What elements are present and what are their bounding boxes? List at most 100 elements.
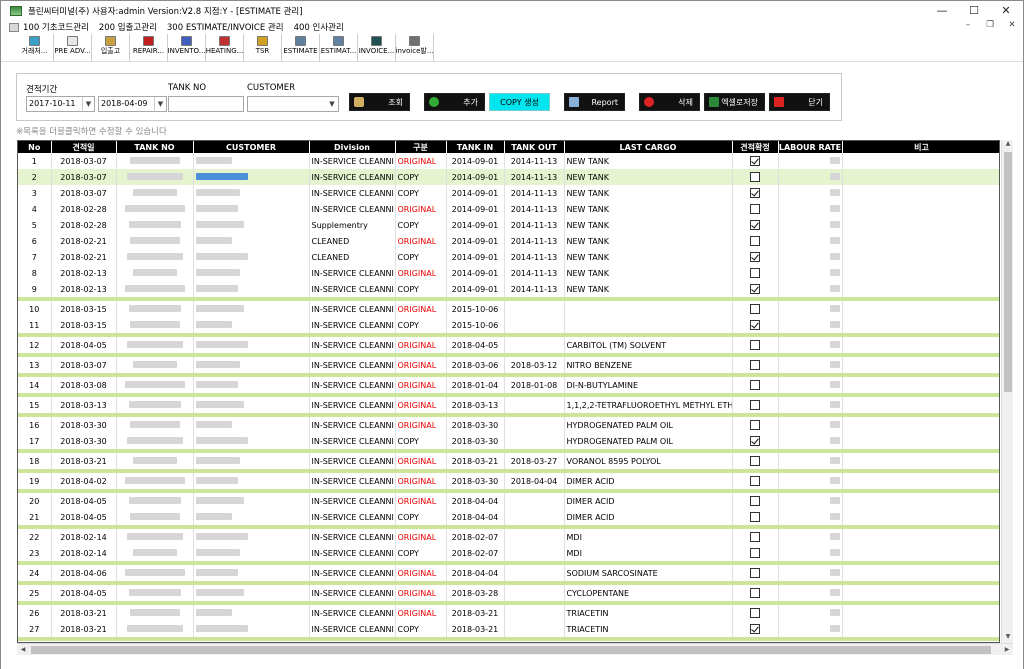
menu-estimate-invoice[interactable]: 300 ESTIMATE/INVOICE 관리 [167,21,284,33]
minimize-button[interactable]: — [926,1,958,20]
confirm-checkbox[interactable] [750,532,760,542]
toolbar-button-5[interactable]: HEATING... [206,34,244,61]
column-header[interactable]: LABOUR RATE [778,141,843,153]
table-row[interactable]: 5 2018-02-28 Supplementry COPY 2014-09-01 201… [18,217,999,233]
excel-save-button[interactable]: 엑셀로저장 [704,93,765,111]
confirm-checkbox[interactable] [750,188,760,198]
column-header[interactable]: TANK OUT [504,141,565,153]
confirm-checkbox[interactable] [750,548,760,558]
column-header[interactable]: 견적일 [51,141,117,153]
confirm-checkbox[interactable] [750,512,760,522]
delete-button[interactable]: 삭제 [639,93,700,111]
copy-create-button[interactable]: COPY 생성 [489,93,550,111]
table-row[interactable]: 22 2018-02-14 IN-SERVICE CLEANNI ORIGINAL 20… [18,529,999,545]
confirm-checkbox[interactable] [750,476,760,486]
mdi-close-button[interactable]: ✕ [1001,20,1023,34]
table-row[interactable]: 26 2018-03-21 IN-SERVICE CLEANNI ORIGINAL 20… [18,605,999,621]
toolbar-button-1[interactable]: PRE ADV... [54,34,92,61]
mdi-restore-button[interactable]: ❐ [979,20,1001,34]
table-row[interactable]: 4 2018-02-28 IN-SERVICE CLEANNI ORIGINAL 201… [18,201,999,217]
menu-in-out[interactable]: 200 입출고관리 [99,21,157,33]
toolbar-button-8[interactable]: ESTIMAT... [320,34,358,61]
table-row[interactable]: 14 2018-03-08 IN-SERVICE CLEANNI ORIGINAL 20… [18,377,999,393]
chevron-down-icon[interactable]: ▼ [154,97,166,111]
scroll-down-icon[interactable]: ▼ [1002,633,1014,643]
confirm-checkbox[interactable] [750,568,760,578]
menu-hr[interactable]: 400 인사관리 [294,21,344,33]
confirm-checkbox[interactable] [750,380,760,390]
table-row[interactable]: 21 2018-04-05 IN-SERVICE CLEANNI COPY 2018-0… [18,509,999,525]
confirm-checkbox[interactable] [750,268,760,278]
confirm-checkbox[interactable] [750,284,760,294]
scroll-up-icon[interactable]: ▲ [1002,140,1014,150]
table-row[interactable]: 1 2018-03-07 IN-SERVICE CLEANNI ORIGINAL 201… [18,153,999,169]
confirm-checkbox[interactable] [750,252,760,262]
date-to-picker[interactable]: 2018-04-09 ▼ [98,96,167,112]
confirm-checkbox[interactable] [750,456,760,466]
estimate-grid[interactable]: No 견적일 TANK NO CUSTOMER Division 구분 TANK IN TAN… [17,140,1000,643]
column-header[interactable]: TANK IN [446,141,505,153]
column-header[interactable]: LAST CARGO [564,141,733,153]
table-row[interactable]: 27 2018-03-21 IN-SERVICE CLEANNI COPY 2018-0… [18,621,999,637]
table-row[interactable]: 3 2018-03-07 IN-SERVICE CLEANNI COPY 2014-09… [18,185,999,201]
confirm-checkbox[interactable] [750,360,760,370]
confirm-checkbox[interactable] [750,340,760,350]
toolbar-button-9[interactable]: INVOICE... [358,34,396,61]
table-row[interactable]: 13 2018-03-07 IN-SERVICE CLEANNI ORIGINAL 20… [18,357,999,373]
search-button[interactable]: 조회 [349,93,410,111]
menu-basic-codes[interactable]: 100 기초코드관리 [23,21,89,33]
toolbar-button-0[interactable]: 거래처... [16,34,54,61]
column-header[interactable]: 구분 [395,141,447,153]
confirm-checkbox[interactable] [750,236,760,246]
column-header[interactable]: CUSTOMER [193,141,310,153]
table-row[interactable]: 2 2018-03-07 IN-SERVICE CLEANNI COPY 2014-09… [18,169,999,185]
horizontal-scrollbar[interactable]: ◀ ▶ [17,643,1013,655]
column-header[interactable]: 비고 [842,141,999,153]
table-row[interactable]: 10 2018-03-15 IN-SERVICE CLEANNI ORIGINAL 20… [18,301,999,317]
confirm-checkbox[interactable] [750,172,760,182]
add-button[interactable]: 추가 [424,93,485,111]
table-row[interactable]: 17 2018-03-30 IN-SERVICE CLEANNI COPY 2018-0… [18,433,999,449]
table-row[interactable]: 6 2018-02-21 CLEANED ORIGINAL 2014-09-01 2014… [18,233,999,249]
mdi-minimize-button[interactable]: – [957,20,979,34]
column-header[interactable]: No [18,141,52,153]
confirm-checkbox[interactable] [750,496,760,506]
column-header[interactable]: 견적확정 [732,141,779,153]
table-row[interactable]: 19 2018-04-02 IN-SERVICE CLEANNI ORIGINAL 20… [18,473,999,489]
toolbar-button-10[interactable]: invoice발... [396,34,434,61]
toolbar-button-6[interactable]: TSR [244,34,282,61]
confirm-checkbox[interactable] [750,608,760,618]
confirm-checkbox[interactable] [750,220,760,230]
confirm-checkbox[interactable] [750,624,760,634]
table-row[interactable]: 9 2018-02-13 IN-SERVICE CLEANNI COPY 2014-09… [18,281,999,297]
table-row[interactable]: 23 2018-02-14 IN-SERVICE CLEANNI COPY 2018-0… [18,545,999,561]
scroll-left-icon[interactable]: ◀ [17,644,29,656]
table-row[interactable]: 20 2018-04-05 IN-SERVICE CLEANNI ORIGINAL 20… [18,493,999,509]
column-header[interactable]: TANK NO [116,141,194,153]
confirm-checkbox[interactable] [750,204,760,214]
confirm-checkbox[interactable] [750,420,760,430]
table-row[interactable]: 24 2018-04-06 IN-SERVICE CLEANNI ORIGINAL 20… [18,565,999,581]
report-button[interactable]: Report [564,93,625,111]
confirm-checkbox[interactable] [750,400,760,410]
table-row[interactable]: 16 2018-03-30 IN-SERVICE CLEANNI ORIGINAL 20… [18,417,999,433]
table-row[interactable]: 12 2018-04-05 IN-SERVICE CLEANNI ORIGINAL 20… [18,337,999,353]
confirm-checkbox[interactable] [750,588,760,598]
chevron-down-icon[interactable]: ▼ [326,97,338,111]
confirm-checkbox[interactable] [750,304,760,314]
table-row[interactable]: 8 2018-02-13 IN-SERVICE CLEANNI ORIGINAL 201… [18,265,999,281]
horizontal-scroll-thumb[interactable] [31,646,991,654]
tank-no-input[interactable] [168,96,244,112]
vertical-scrollbar[interactable]: ▲ ▼ [1001,140,1013,643]
vertical-scroll-thumb[interactable] [1004,152,1012,392]
table-row[interactable]: 18 2018-03-21 IN-SERVICE CLEANNI ORIGINAL 20… [18,453,999,469]
chevron-down-icon[interactable]: ▼ [82,97,94,111]
date-from-picker[interactable]: 2017-10-11 ▼ [26,96,95,112]
confirm-checkbox[interactable] [750,320,760,330]
column-header[interactable]: Division [309,141,396,153]
maximize-button[interactable]: ☐ [958,1,990,20]
table-row[interactable]: 15 2018-03-13 IN-SERVICE CLEANNI ORIGINAL 20… [18,397,999,413]
table-row[interactable]: 7 2018-02-21 CLEANED COPY 2014-09-01 2014-11-… [18,249,999,265]
scroll-right-icon[interactable]: ▶ [1001,644,1013,656]
close-button[interactable]: 닫기 [769,93,830,111]
